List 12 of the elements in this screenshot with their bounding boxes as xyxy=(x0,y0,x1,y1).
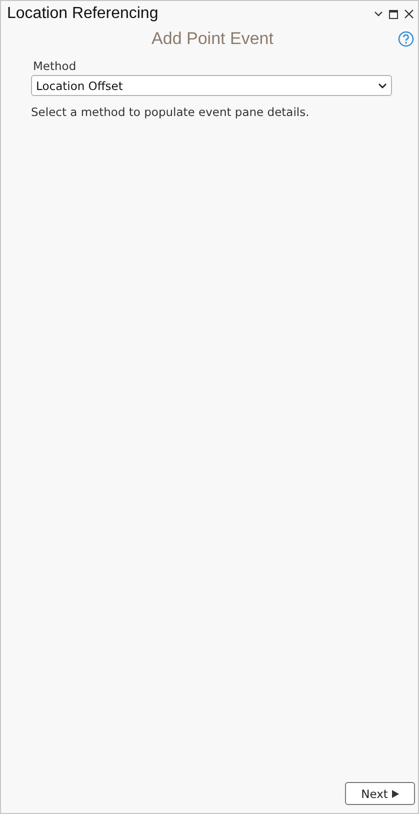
close-icon[interactable] xyxy=(404,9,414,19)
method-dropdown[interactable]: Location Offset xyxy=(31,75,392,96)
play-arrow-icon xyxy=(392,790,399,798)
next-button[interactable]: Next xyxy=(345,782,415,805)
method-label: Method xyxy=(33,59,78,73)
chevron-down-icon[interactable] xyxy=(374,11,383,17)
help-icon[interactable] xyxy=(398,31,414,47)
maximize-icon[interactable] xyxy=(389,10,398,18)
chevron-down-icon xyxy=(378,82,387,88)
pane-heading: Add Point Event xyxy=(150,29,274,49)
method-hint: Select a method to populate event pane details. xyxy=(31,105,310,119)
pane-title: Location Referencing xyxy=(7,5,160,23)
